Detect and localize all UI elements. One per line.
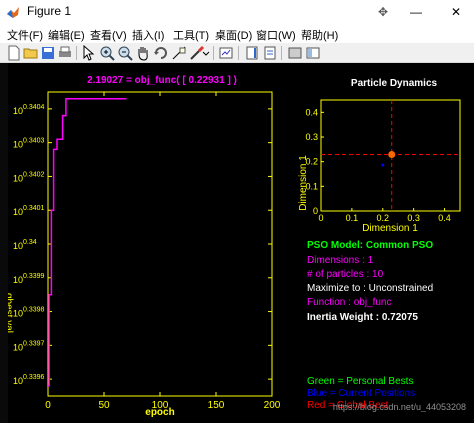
title-bar: Figure 1 ✥ — ✕ [0,0,474,24]
particle-points [381,151,396,167]
figure-canvas: 2.19027 = obj_func( [ 0.22931 ] ) 100.33… [0,63,474,423]
x-tick-label: 0.1 [346,213,359,223]
x-tick-label: 50 [98,400,110,411]
particle-dynamics-title: Particle Dynamics [351,78,438,89]
figure-left-edge [0,63,8,423]
particle-x-label: Dimension 1 [362,223,418,234]
convergence-title: 2.19027 = obj_func( [ 0.22931 ] ) [87,75,237,86]
menu-desktop[interactable]: 桌面(D) [215,27,252,43]
menu-bar: 文件(F) 编辑(E) 查看(V) 插入(I) 工具(T) 桌面(D) 窗口(W… [0,24,474,43]
convergence-plot: 2.19027 = obj_func( [ 0.22931 ] ) 100.33… [3,75,281,418]
minimize-button[interactable]: — [396,0,436,24]
toolbar-separator [238,46,239,60]
dimensions-text: Dimensions : 1 [307,255,374,266]
rotate-icon[interactable] [153,45,169,61]
save-icon[interactable] [40,45,56,61]
convergence-x-ticks: 0 50 100 150 200 [45,92,281,411]
close-button[interactable]: ✕ [436,0,474,24]
x-tick-label: 200 [264,400,281,411]
y-tick-label: 100.3401 [13,205,45,217]
menu-tools[interactable]: 工具(T) [173,27,209,43]
legend-green: Green = Personal Bests [307,376,413,387]
x-tick-label: 0.4 [438,213,451,223]
hide-plot-tools-icon[interactable] [287,45,303,61]
y-tick-label: 100.3404 [13,104,45,116]
open-folder-icon[interactable] [23,45,39,61]
x-tick-label: 0 [45,400,51,411]
figure-svg: 2.19027 = obj_func( [ 0.22931 ] ) 100.33… [3,75,466,418]
y-tick-label: 0.4 [305,107,318,117]
zoom-in-icon[interactable] [99,45,115,61]
global-best-point [388,151,396,159]
x-tick-label: 0 [318,213,323,223]
y-tick-label: 0 [313,206,318,216]
menu-help[interactable]: 帮助(H) [301,27,338,43]
watermark-text: https://blog.csdn.net/u_44053208 [333,402,466,412]
colorbar-icon[interactable] [244,45,260,61]
link-plot-icon[interactable] [218,45,234,61]
convergence-axes-box [47,91,273,397]
y-tick-label: 100.34 [13,239,37,251]
new-file-icon[interactable] [6,45,22,61]
y-tick-label: 0.3 [305,132,318,142]
menu-edit[interactable]: 编辑(E) [48,27,85,43]
inertia-weight-text: Inertia Weight : 0.72075 [307,312,418,323]
move-icon: ✥ [377,5,389,19]
pso-info-panel: PSO Model: Common PSO Dimensions : 1 # o… [307,240,433,323]
menu-view[interactable]: 查看(V) [90,27,127,43]
maximize-text: Maximize to : Unconstrained [307,283,433,294]
data-cursor-icon[interactable] [171,45,187,61]
y-tick-label: 100.3403 [13,138,45,150]
convergence-x-label: epoch [145,407,174,418]
y-tick-label: 100.3397 [13,340,45,352]
menu-window[interactable]: 窗口(W) [256,27,296,43]
toolbar-separator [281,46,282,60]
toolbar [0,43,474,63]
menu-insert[interactable]: 插入(I) [132,27,164,43]
menu-file[interactable]: 文件(F) [7,27,43,43]
toolbar-separator [213,46,214,60]
chevron-down-icon[interactable] [202,45,210,61]
y-tick-label: 100.3402 [13,171,45,183]
particle-dynamics-plot: Particle Dynamics 0 0.1 0.2 0.3 0.400.10.20.… [298,78,461,234]
y-tick-label: 100.3398 [13,307,45,319]
y-tick-label: 100.3399 [13,273,45,285]
y-tick-label: 100.3396 [13,374,45,386]
x-tick-label: 0.2 [377,213,390,223]
matlab-app-icon [7,7,19,18]
particle-point [381,163,385,167]
pan-hand-icon[interactable] [135,45,151,61]
toolbar-separator [76,46,77,60]
gbest-line [48,98,127,387]
particle-axis-ticks: 0 0.1 0.2 0.3 0.400.10.20.30.4 [305,107,450,223]
legend-blue: Blue = Current Positions [307,388,415,399]
pointer-icon[interactable] [80,45,96,61]
zoom-out-icon[interactable] [117,45,133,61]
window-title: Figure 1 [27,4,72,18]
pso-model-text: PSO Model: Common PSO [307,240,433,251]
show-plot-tools-icon[interactable] [305,45,321,61]
particles-text: # of particles : 10 [307,269,384,280]
x-tick-label: 150 [208,400,225,411]
function-text: Function : obj_func [307,297,392,308]
particle-y-label: Dimension 1 [298,155,309,211]
legend-icon[interactable] [262,45,278,61]
print-icon[interactable] [57,45,73,61]
x-tick-label: 0.3 [407,213,420,223]
